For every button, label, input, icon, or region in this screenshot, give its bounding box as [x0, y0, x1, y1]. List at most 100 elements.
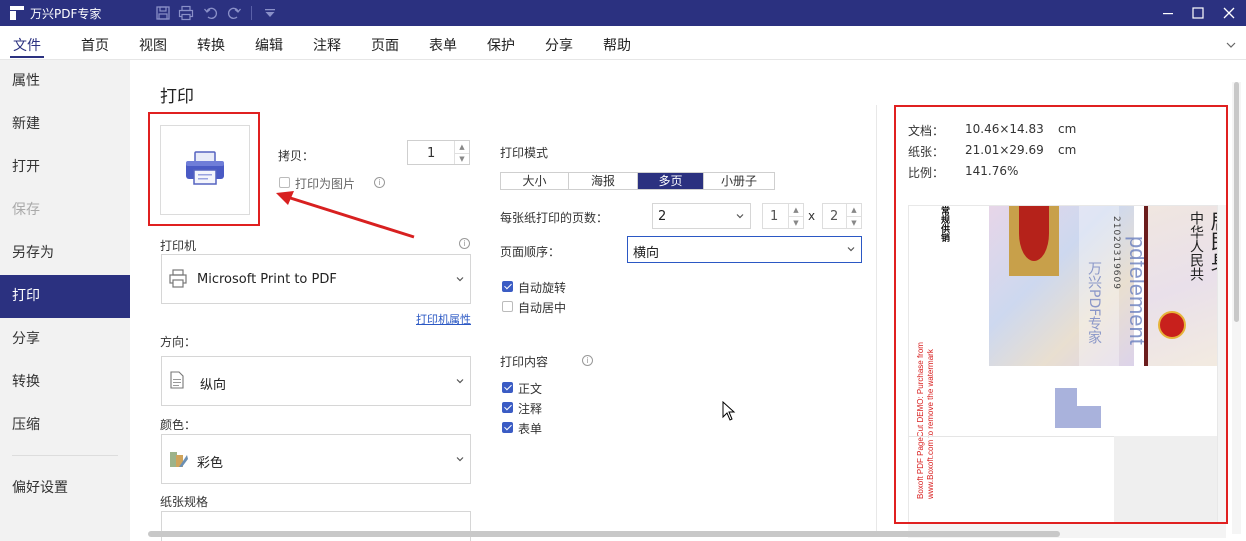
toolbar-divider	[251, 6, 252, 20]
print-panel: 打印 拷贝： 1 ▲ ▼ 打印为图片 i 打印机 i Microsoft Pri…	[130, 60, 1246, 541]
menu-protect[interactable]: 保护	[487, 35, 515, 55]
grid-cols-stepper[interactable]: 1 ▲ ▼	[762, 203, 804, 229]
copies-stepper[interactable]: 1 ▲ ▼	[407, 140, 470, 165]
menu-share[interactable]: 分享	[545, 35, 573, 55]
content-forms-checkbox[interactable]	[502, 422, 513, 433]
sidebar-item-open[interactable]: 打开	[0, 146, 130, 189]
auto-rotate-label: 自动旋转	[518, 281, 567, 295]
grid-rows-value: 2	[830, 209, 839, 224]
auto-rotate-checkbox[interactable]	[502, 281, 513, 292]
print-as-image-checkbox[interactable]	[279, 177, 290, 188]
tab-poster[interactable]: 海报	[569, 173, 638, 189]
sidebar-item-save-as[interactable]: 另存为	[0, 232, 130, 275]
sidebar-item-print[interactable]: 打印	[0, 275, 130, 318]
vertical-scroll-thumb[interactable]	[1234, 82, 1239, 322]
panel-divider	[876, 105, 877, 535]
auto-center-label: 自动居中	[518, 301, 567, 315]
close-icon[interactable]	[1219, 3, 1239, 23]
collapse-ribbon-icon[interactable]	[1226, 40, 1236, 50]
printer-select[interactable]: Microsoft Print to PDF	[161, 254, 471, 304]
sidebar-item-compress[interactable]: 压缩	[0, 404, 130, 447]
copies-value: 1	[427, 146, 436, 161]
grid-cols-value: 1	[770, 209, 779, 224]
minimize-icon[interactable]	[1158, 3, 1178, 23]
chevron-down-icon	[456, 457, 464, 462]
chevron-down-icon	[736, 214, 744, 219]
copies-up-icon[interactable]: ▲	[455, 141, 469, 153]
menu-form[interactable]: 表单	[429, 35, 457, 55]
customize-icon[interactable]	[261, 4, 279, 22]
chevron-down-icon	[456, 277, 464, 282]
pages-per-sheet-label: 每张纸打印的页数：	[500, 211, 609, 225]
auto-center-checkbox[interactable]	[502, 301, 513, 312]
copies-arrows: ▲ ▼	[454, 141, 469, 164]
app-title: 万兴PDF专家	[30, 7, 102, 21]
printer-info-icon[interactable]: i	[459, 238, 470, 249]
color-value: 彩色	[197, 456, 224, 471]
print-content-info-icon[interactable]: i	[582, 355, 593, 366]
save-icon[interactable]	[154, 4, 172, 22]
file-sidebar: 属性 新建 打开 保存 另存为 打印 分享 转换 压缩 偏好设置	[0, 60, 130, 541]
app-logo-icon	[10, 6, 24, 20]
tab-size[interactable]: 大小	[501, 173, 569, 189]
menu-file[interactable]: 文件	[13, 35, 41, 55]
printer-properties-link[interactable]: 打印机属性	[416, 311, 471, 327]
grid-rows-stepper[interactable]: 2 ▲ ▼	[822, 203, 862, 229]
print-mode-label: 打印模式	[500, 146, 549, 160]
copies-down-icon[interactable]: ▼	[455, 152, 469, 165]
grid-cols-up-icon[interactable]: ▲	[789, 204, 803, 216]
annotation-arrow-icon	[276, 191, 415, 239]
pages-per-sheet-select[interactable]: 2	[652, 203, 751, 229]
print-icon[interactable]	[177, 4, 195, 22]
content-comments-label: 注释	[518, 402, 543, 416]
orientation-select[interactable]: 纵向	[161, 356, 471, 406]
portrait-page-icon	[170, 371, 184, 389]
sidebar-item-save: 保存	[12, 202, 40, 218]
content-comments-checkbox[interactable]	[502, 402, 513, 413]
print-content-label: 打印内容	[500, 355, 549, 369]
menu-page[interactable]: 页面	[371, 35, 399, 55]
horizontal-scrollbar[interactable]	[148, 531, 1060, 537]
page-order-select[interactable]: 横向	[627, 236, 862, 263]
menu-active-indicator	[10, 56, 44, 58]
print-mode-tabs: 大小 海报 多页 小册子	[500, 172, 775, 190]
grid-rows-down-icon[interactable]: ▼	[847, 216, 861, 228]
tab-multiple[interactable]: 多页	[638, 173, 704, 189]
sidebar-item-share[interactable]: 分享	[0, 318, 130, 361]
pages-per-sheet-value: 2	[658, 209, 667, 224]
menu-help[interactable]: 帮助	[603, 35, 631, 55]
copies-label: 拷贝：	[278, 149, 315, 163]
maximize-icon[interactable]	[1188, 3, 1208, 23]
paper-size-label: 纸张规格	[160, 495, 209, 509]
preview-highlight	[894, 105, 1228, 524]
mouse-cursor-icon	[722, 401, 736, 421]
printer-value: Microsoft Print to PDF	[197, 272, 337, 287]
vertical-scrollbar[interactable]	[1232, 82, 1241, 534]
content-text-checkbox[interactable]	[502, 382, 513, 393]
grid-rows-arrows: ▲ ▼	[846, 204, 861, 228]
sidebar-item-preferences[interactable]: 偏好设置	[0, 467, 130, 510]
undo-icon[interactable]	[202, 4, 220, 22]
grid-cols-down-icon[interactable]: ▼	[789, 216, 803, 228]
page-title: 打印	[160, 87, 194, 107]
tab-booklet[interactable]: 小册子	[704, 173, 774, 189]
print-as-image-info-icon[interactable]: i	[374, 177, 385, 188]
sidebar-item-convert[interactable]: 转换	[0, 361, 130, 404]
print-as-image-label: 打印为图片	[295, 177, 356, 191]
page-order-label: 页面顺序：	[500, 245, 561, 259]
printer-small-icon	[169, 269, 187, 288]
redo-icon[interactable]	[225, 4, 243, 22]
printer-label: 打印机	[160, 239, 197, 253]
color-select[interactable]: 彩色	[161, 434, 471, 484]
menu-edit[interactable]: 编辑	[255, 35, 283, 55]
grid-cols-arrows: ▲ ▼	[788, 204, 803, 228]
title-bar: 万兴PDF专家	[0, 0, 1246, 26]
content-forms-label: 表单	[518, 422, 543, 436]
menu-home[interactable]: 首页	[81, 35, 109, 55]
grid-rows-up-icon[interactable]: ▲	[847, 204, 861, 216]
menu-view[interactable]: 视图	[139, 35, 167, 55]
sidebar-item-properties[interactable]: 属性	[0, 60, 130, 103]
menu-comment[interactable]: 注释	[313, 35, 341, 55]
sidebar-item-new[interactable]: 新建	[0, 103, 130, 146]
menu-convert[interactable]: 转换	[197, 35, 225, 55]
